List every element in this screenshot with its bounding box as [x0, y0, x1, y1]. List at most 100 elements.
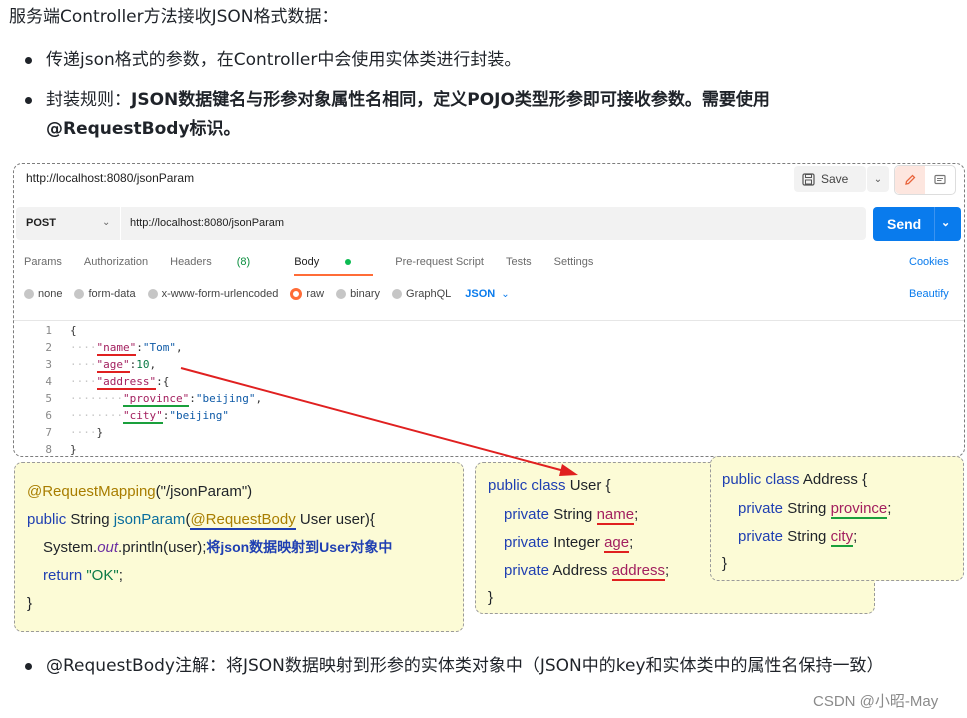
field-type: String [787, 500, 827, 517]
tab-authorization[interactable]: Authorization [84, 256, 148, 268]
json-key: "province" [122, 392, 190, 407]
code-brace: } [27, 595, 33, 612]
save-button[interactable]: Save [794, 166, 866, 192]
out-field: out [97, 539, 119, 556]
url-input[interactable]: http://localhost:8080/jsonParam [130, 217, 284, 229]
request-tabs: Params Authorization Headers (8) Body Pr… [24, 256, 615, 276]
field-type: String [553, 506, 593, 523]
keyword: public [27, 511, 67, 528]
code-line: private String name; [504, 501, 638, 529]
json-value: 10 [136, 358, 150, 371]
radio-label: form-data [88, 288, 136, 300]
code-text: ····"address":{ [70, 375, 170, 390]
code-line: private Integer age; [504, 529, 633, 557]
keyword: private [504, 506, 550, 523]
code-line: } [488, 584, 493, 612]
comment-icon[interactable] [925, 166, 955, 194]
keyword: private [738, 528, 784, 545]
radio-label: raw [306, 288, 325, 300]
json-key: "city" [122, 409, 163, 424]
radio-icon [336, 289, 347, 299]
code-text: ····"age":10, [70, 358, 157, 373]
request-title-url: http://localhost:8080/jsonParam [26, 171, 195, 185]
view-toggle[interactable] [894, 165, 956, 195]
line-number: 1 [45, 324, 52, 337]
radio-binary[interactable]: binary [336, 288, 380, 300]
field-name: province [830, 500, 888, 519]
semicolon: ; [664, 562, 670, 579]
cookies-link[interactable]: Cookies [909, 256, 949, 268]
tab-body[interactable]: Body [294, 256, 374, 276]
return-type: String [70, 511, 110, 528]
code-text: ········"province":"beijing", [70, 392, 263, 407]
tab-tests[interactable]: Tests [506, 256, 532, 268]
radio-label: binary [350, 288, 381, 300]
method-select[interactable]: POST [26, 217, 56, 229]
radio-urlencoded[interactable]: x-www-form-urlencoded [147, 288, 279, 300]
save-dropdown-button[interactable]: ⌄ [867, 166, 889, 192]
radio-icon [74, 289, 85, 299]
semicolon: ; [629, 534, 634, 551]
footer-list: @RequestBody注解：将JSON数据映射到形参的实体类对象中（JSON中… [20, 652, 884, 692]
field-name: address [611, 562, 665, 581]
keyword: private [504, 562, 550, 579]
code-line: private String province; [738, 495, 891, 523]
class-name: User { [565, 477, 611, 494]
send-button[interactable]: Send ⌄ [873, 207, 961, 241]
radio-raw[interactable]: raw [290, 288, 324, 300]
chevron-down-icon[interactable]: ⌄ [501, 289, 509, 300]
radio-selected-icon [290, 288, 303, 300]
json-key: "name" [96, 341, 137, 356]
chevron-down-icon[interactable]: ⌄ [941, 216, 950, 229]
param-decl: User user){ [295, 511, 375, 528]
field-type: Address [552, 562, 608, 579]
radio-icon [147, 289, 158, 299]
code-line: } [722, 550, 727, 578]
string-literal: "OK" [86, 567, 119, 584]
save-icon [802, 172, 815, 186]
line-number: 3 [45, 358, 52, 371]
radio-label: x-www-form-urlencoded [161, 288, 279, 300]
beautify-link[interactable]: Beautify [909, 288, 949, 300]
radio-icon [24, 289, 34, 299]
bullet-bold-text: JSON数据键名与形参对象属性名相同，定义POJO类型形参即可接收参数。需要使用… [46, 90, 770, 139]
bullet-prefix: 封装规则： [46, 90, 131, 110]
keyword: return [43, 567, 83, 584]
address-class-box: public class Address { private String pr… [710, 456, 964, 581]
radio-form-data[interactable]: form-data [74, 288, 136, 300]
edit-icon[interactable] [895, 166, 925, 194]
chevron-down-icon: ⌄ [873, 173, 883, 185]
chevron-down-icon[interactable]: ⌄ [102, 217, 110, 228]
code-line: private Address address; [504, 557, 669, 585]
tab-settings[interactable]: Settings [554, 256, 594, 268]
field-type: String [787, 528, 827, 545]
format-select[interactable]: JSON [465, 288, 495, 300]
line-number: 4 [45, 375, 52, 388]
code-line: System.out.println(user);将json数据映射到User对… [43, 533, 392, 562]
keyword: private [738, 500, 784, 517]
watermark: CSDN @小昭-May [813, 693, 939, 710]
bullet-item: @RequestBody注解：将JSON数据映射到形参的实体类对象中（JSON中… [20, 652, 884, 681]
send-label: Send [887, 216, 922, 232]
tab-prerequest-script[interactable]: Pre-request Script [395, 256, 484, 268]
method-name: jsonParam [113, 511, 186, 528]
code-brace: } [722, 555, 728, 572]
bullet-list: 传递json格式的参数，在Controller中会使用实体类进行封装。 封装规则… [20, 46, 880, 155]
line-number: 7 [45, 426, 52, 439]
tab-params[interactable]: Params [24, 256, 62, 268]
radio-none[interactable]: none [24, 288, 62, 300]
code-text: ····"name":"Tom", [70, 341, 183, 356]
tab-headers[interactable]: Headers (8) [170, 256, 272, 268]
postman-panel: http://localhost:8080/jsonParam Save ⌄ P… [13, 163, 965, 457]
keyword: private [504, 534, 550, 551]
divider [934, 207, 935, 241]
code-line: public class User { [488, 472, 611, 500]
json-key: "address" [96, 375, 157, 390]
divider [120, 207, 121, 240]
radio-graphql[interactable]: GraphQL [392, 288, 451, 300]
radio-icon [392, 289, 403, 299]
annotation: @RequestBody [190, 511, 296, 530]
bullet-item: 封装规则：JSON数据键名与形参对象属性名相同，定义POJO类型形参即可接收参数… [20, 86, 880, 144]
field-name: name [596, 506, 635, 525]
println-call: .println(user); [118, 539, 207, 556]
